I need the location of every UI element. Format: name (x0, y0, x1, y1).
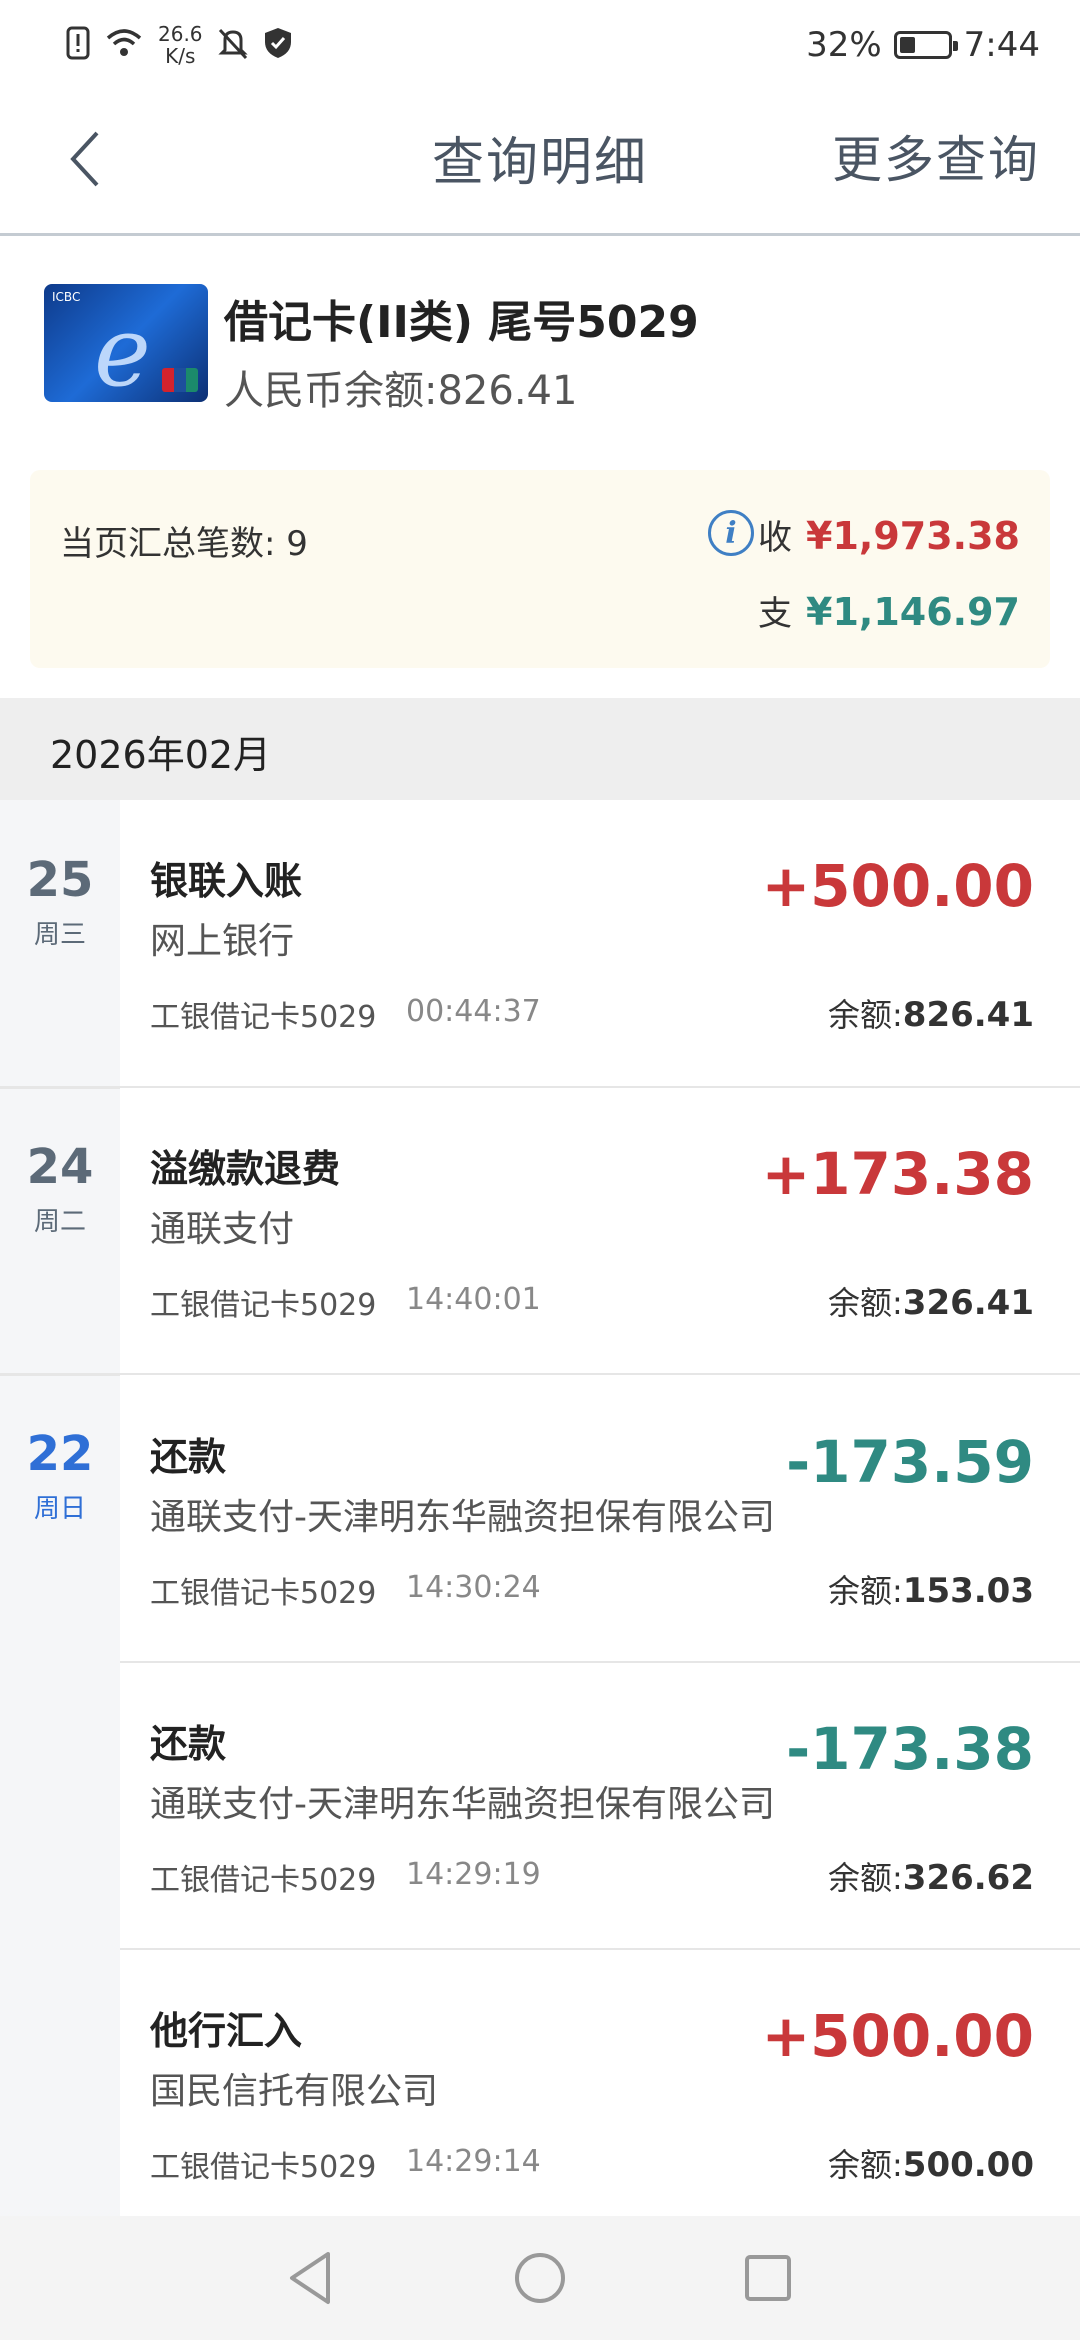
date-day: 25 (26, 852, 94, 908)
tx-balance-label: 余额: (828, 1284, 903, 1322)
tx-title: 还款 (150, 1435, 227, 1479)
net-speed-unit: K/s (165, 44, 196, 68)
clock: 7:44 (963, 25, 1040, 65)
tx-title: 还款 (150, 1722, 227, 1766)
card-info: ICBC e 借记卡(II类) 尾号5029 人民币余额:826.41 (0, 260, 1080, 430)
tx-channel: 通联支付-天津明东华融资担保有限公司 (150, 1784, 775, 1825)
tx-balance-value: 500.00 (902, 2145, 1034, 2185)
tx-balance-label: 余额: (828, 2146, 903, 2184)
summary-income: 收 ¥1,973.38 (758, 510, 1020, 559)
transaction-list: 25 周三 24 周二 22 周日 银联入账 网上银行 工银借记卡5029 00… (0, 800, 1080, 2216)
nav-recents-button[interactable] (736, 2246, 800, 2310)
tx-balance-value: 826.41 (902, 995, 1034, 1035)
header: 查询明细 更多查询 (0, 90, 1080, 236)
tx-balance: 余额:326.62 (828, 1853, 1034, 1899)
net-speed-value: 26.6 (158, 22, 203, 46)
tx-balance-label: 余额: (828, 996, 903, 1034)
card-title: 借记卡(II类) 尾号5029 (224, 297, 699, 348)
tx-balance-value: 326.41 (902, 1283, 1034, 1323)
tx-channel: 国民信托有限公司 (150, 2071, 439, 2112)
month-header: 2026年02月 (0, 698, 1080, 800)
transaction-row[interactable]: 他行汇入 国民信托有限公司 工银借记卡5029 14:29:14 +500.00… (120, 1950, 1080, 2216)
summary-count: 当页汇总笔数: 9 (60, 524, 308, 564)
tx-amount: -173.38 (786, 1715, 1034, 1783)
battery-icon (893, 31, 958, 59)
tx-channel: 通联支付 (150, 1209, 295, 1250)
date-group: 24 周二 (0, 1087, 120, 1374)
tx-card: 工银借记卡5029 (150, 1000, 377, 1035)
tx-balance: 余额:500.00 (828, 2140, 1034, 2186)
info-icon[interactable]: i (708, 510, 754, 556)
battery-fill (899, 37, 915, 53)
date-day: 22 (26, 1426, 94, 1482)
page: 26.6 K/s 32% 7:44 查询明细 更多查询 ICBC e 借记卡(I… (0, 0, 1080, 2340)
income-label: 收 (758, 518, 793, 558)
transaction-row[interactable]: 溢缴款退费 通联支付 工银借记卡5029 14:40:01 +173.38 余额… (120, 1088, 1080, 1375)
date-weekday: 周三 (33, 920, 86, 950)
square-recents-icon (745, 2255, 791, 2301)
tx-time: 14:29:19 (406, 1857, 541, 1892)
transaction-row[interactable]: 还款 通联支付-天津明东华融资担保有限公司 工银借记卡5029 14:30:24… (120, 1376, 1080, 1663)
mute-icon (217, 26, 249, 64)
nav-back-button[interactable] (278, 2246, 342, 2310)
nav-home-button[interactable] (508, 2246, 572, 2310)
tx-balance: 余额:153.03 (828, 1566, 1034, 1612)
tx-channel: 网上银行 (150, 921, 295, 962)
tx-title: 他行汇入 (150, 2009, 303, 2053)
tx-title: 银联入账 (150, 859, 303, 903)
tx-time: 00:44:37 (406, 994, 541, 1029)
battery-percent: 32% (806, 25, 882, 65)
page-summary: 当页汇总笔数: 9 i 收 ¥1,973.38 支 ¥1,146.97 (30, 470, 1050, 668)
transaction-row[interactable]: 银联入账 网上银行 工银借记卡5029 00:44:37 +500.00 余额:… (120, 800, 1080, 1087)
date-day: 24 (26, 1139, 94, 1195)
unionpay-logo (162, 368, 198, 392)
status-left: 26.6 K/s (66, 20, 293, 70)
tx-balance-label: 余额: (828, 1859, 903, 1897)
card-balance: 人民币余额:826.41 (224, 368, 578, 414)
tx-time: 14:30:24 (406, 1570, 541, 1605)
tx-card: 工银借记卡5029 (150, 1576, 377, 1611)
triangle-back-icon (290, 2252, 330, 2304)
tx-amount: +173.38 (761, 1140, 1034, 1208)
income-amount: ¥1,973.38 (806, 514, 1020, 558)
tx-amount: +500.00 (761, 852, 1034, 920)
shield-icon (263, 26, 293, 64)
tx-time: 14:40:01 (406, 1282, 541, 1317)
date-group: 22 周日 (0, 1374, 120, 2216)
tx-channel: 通联支付-天津明东华融资担保有限公司 (150, 1497, 775, 1538)
month-label: 2026年02月 (50, 733, 272, 777)
tx-balance: 余额:826.41 (828, 990, 1034, 1036)
tx-balance-label: 余额: (828, 1572, 903, 1610)
tx-balance-value: 326.62 (902, 1858, 1034, 1898)
card-emblem: e (94, 296, 151, 402)
date-weekday: 周日 (33, 1494, 86, 1524)
divider (0, 1373, 1080, 1375)
status-right: 32% 7:44 (806, 20, 1040, 70)
circle-home-icon (515, 2253, 565, 2303)
system-nav-bar (0, 2216, 1080, 2340)
tx-card: 工银借记卡5029 (150, 1288, 377, 1323)
tx-balance: 余额:326.41 (828, 1278, 1034, 1324)
tx-time: 14:29:14 (406, 2144, 541, 2179)
tx-amount: +500.00 (761, 2002, 1034, 2070)
date-group: 25 周三 (0, 800, 120, 1087)
tx-balance-value: 153.03 (902, 1571, 1034, 1611)
tx-title: 溢缴款退费 (150, 1147, 341, 1191)
more-query-button[interactable]: 更多查询 (832, 120, 1040, 192)
alert-icon (66, 26, 90, 64)
wifi-icon (104, 26, 144, 64)
tx-card: 工银借记卡5029 (150, 1863, 377, 1898)
status-bar: 26.6 K/s 32% 7:44 (0, 0, 1080, 90)
expense-amount: ¥1,146.97 (806, 590, 1020, 634)
card-image: ICBC e (44, 284, 208, 402)
expense-label: 支 (758, 594, 793, 634)
tx-card: 工银借记卡5029 (150, 2150, 377, 2185)
bank-logo: ICBC (52, 290, 81, 304)
tx-amount: -173.59 (786, 1428, 1034, 1496)
summary-expense: 支 ¥1,146.97 (758, 586, 1020, 635)
transaction-row[interactable]: 还款 通联支付-天津明东华融资担保有限公司 工银借记卡5029 14:29:19… (120, 1663, 1080, 1950)
date-weekday: 周二 (33, 1207, 86, 1237)
net-speed: 26.6 K/s (158, 23, 203, 67)
